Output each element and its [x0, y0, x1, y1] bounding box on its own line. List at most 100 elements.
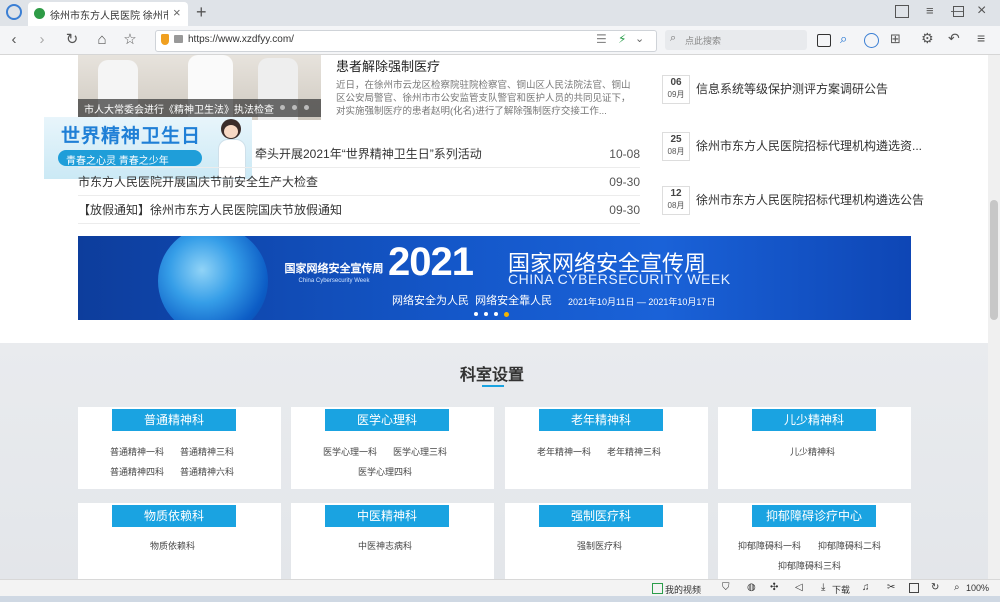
reader-mode-icon[interactable]: ☰: [596, 32, 607, 46]
speaker-icon[interactable]: ◁: [795, 582, 803, 593]
my-videos-label[interactable]: 我的视频: [665, 583, 701, 596]
undo-icon[interactable]: ↶: [948, 30, 960, 47]
reading-list-icon[interactable]: [817, 34, 831, 47]
extensions-grid-icon[interactable]: ⊞: [890, 31, 901, 47]
overflow-menu-icon[interactable]: ≡: [977, 30, 985, 46]
chevron-down-icon[interactable]: ⌄: [635, 32, 644, 45]
scrollbar-thumb[interactable]: [990, 200, 998, 320]
home-icon[interactable]: ⌂: [92, 30, 112, 50]
department-card: 中医精神科 中医神志病科: [291, 503, 494, 579]
notice-item[interactable]: 25 08月 徐州市东方人民医院招标代理机构遴选资...: [662, 126, 922, 166]
banner-dot[interactable]: [504, 312, 509, 317]
notice-item[interactable]: 06 09月 信息系统等级保护测评方案调研公告: [662, 69, 922, 109]
department-button[interactable]: 普通精神科: [112, 409, 236, 431]
reload-icon[interactable]: ↻: [62, 30, 82, 50]
banner-dot[interactable]: [484, 312, 488, 316]
department-card: 物质依赖科 物质依赖科: [78, 503, 281, 579]
news-item[interactable]: 牵头开展2021年“世界精神卫生日”系列活动 10-08: [78, 141, 640, 168]
section-title: 科室设置: [460, 367, 525, 384]
video-icon[interactable]: [652, 583, 663, 594]
tab-title: 徐州市东方人民医院 徐州市精神: [50, 11, 168, 22]
new-tab-icon[interactable]: +: [196, 2, 207, 23]
find-icon[interactable]: ⌕: [840, 31, 847, 47]
department-link[interactable]: 中医神志病科: [358, 539, 412, 552]
browser-logo-icon[interactable]: [6, 4, 22, 20]
slider-dot[interactable]: [280, 105, 285, 110]
news-item[interactable]: 市东方人民医院开展国庆节前安全生产大检查 09-30: [78, 169, 640, 196]
fan-icon[interactable]: ✣: [770, 582, 778, 593]
notice-title[interactable]: 徐州市东方人民医院招标代理机构遴选资...: [696, 137, 922, 154]
back-icon[interactable]: ‹: [4, 30, 24, 50]
window-icon[interactable]: [909, 583, 919, 593]
zoom-icon[interactable]: ⌕: [954, 582, 960, 593]
notice-title[interactable]: 徐州市东方人民医院招标代理机构遴选公告: [696, 191, 924, 208]
search-input[interactable]: ⌕ 点此搜索: [665, 30, 807, 50]
department-link[interactable]: 抑郁障碍科二科: [818, 539, 881, 552]
close-icon[interactable]: ×: [173, 5, 181, 20]
zoom-level[interactable]: 100%: [966, 583, 989, 593]
window-close-icon[interactable]: ×: [977, 2, 986, 20]
cybersecurity-banner[interactable]: 国家网络安全宣传周 China Cybersecurity Week 2021 …: [78, 236, 911, 320]
bookmark-star-icon[interactable]: ☆: [120, 30, 140, 50]
department-button[interactable]: 物质依赖科: [112, 505, 236, 527]
department-link[interactable]: 医学心理三科: [393, 445, 447, 458]
url-input[interactable]: https://www.xzdfyy.com/ ☰ ⚡ ⌄: [155, 30, 657, 52]
banner-dot[interactable]: [474, 312, 478, 316]
tab-active[interactable]: 徐州市东方人民医院 徐州市精神 ×: [28, 2, 188, 26]
tab-bar: 徐州市东方人民医院 徐州市精神 × + ≡ — ×: [0, 0, 1000, 26]
banner-dot[interactable]: [494, 312, 498, 316]
department-button[interactable]: 抑郁障碍诊疗中心: [752, 505, 876, 527]
department-link[interactable]: 儿少精神科: [790, 445, 835, 458]
os-taskbar: [0, 596, 1000, 602]
refresh-status-icon[interactable]: ↻: [931, 582, 939, 593]
notice-date: 06 09月: [662, 75, 690, 104]
department-link[interactable]: 抑郁障碍科一科: [738, 539, 801, 552]
shield-status-icon[interactable]: ⛉: [722, 582, 730, 593]
department-link[interactable]: 普通精神三科: [180, 445, 234, 458]
department-button[interactable]: 老年精神科: [539, 409, 663, 431]
globe-graphic: [158, 236, 268, 320]
slider-dot[interactable]: [292, 105, 297, 110]
forward-icon[interactable]: ›: [32, 30, 52, 50]
slider-dot[interactable]: [304, 105, 309, 110]
department-link[interactable]: 老年精神一科: [537, 445, 591, 458]
department-button[interactable]: 中医精神科: [325, 505, 449, 527]
department-link[interactable]: 普通精神六科: [180, 465, 234, 478]
mute-icon[interactable]: ♫: [862, 582, 870, 593]
maximize-icon[interactable]: [953, 6, 964, 17]
department-link[interactable]: 医学心理四科: [358, 465, 412, 478]
lightning-icon[interactable]: ⚡: [618, 32, 626, 46]
department-button[interactable]: 医学心理科: [325, 409, 449, 431]
menu-icon[interactable]: ≡: [926, 3, 934, 18]
news-title[interactable]: 【放假通知】徐州市东方人民医院国庆节放假通知: [78, 203, 342, 217]
featured-headline[interactable]: 患者解除强制医疗: [336, 56, 440, 75]
download-label[interactable]: 下载: [832, 583, 850, 596]
news-item[interactable]: 【放假通知】徐州市东方人民医院国庆节放假通知 09-30: [78, 197, 640, 224]
department-link[interactable]: 物质依赖科: [150, 539, 195, 552]
banner-slogan: 网络安全为人民 网络安全靠人民: [392, 295, 553, 307]
slider-caption[interactable]: 市人大常委会进行《精神卫生法》执法检查: [84, 101, 274, 116]
more-icon[interactable]: [864, 33, 879, 48]
notice-title[interactable]: 信息系统等级保护测评方案调研公告: [696, 80, 888, 97]
news-title[interactable]: 市东方人民医院开展国庆节前安全生产大检查: [78, 175, 318, 189]
settings-gear-icon[interactable]: ⚙: [921, 30, 934, 47]
address-toolbar: ‹ › ↻ ⌂ ☆ https://www.xzdfyy.com/ ☰ ⚡ ⌄ …: [0, 26, 1000, 55]
department-button[interactable]: 强制医疗科: [539, 505, 663, 527]
department-button[interactable]: 儿少精神科: [752, 409, 876, 431]
department-link[interactable]: 医学心理一科: [323, 445, 377, 458]
department-link[interactable]: 普通精神一科: [110, 445, 164, 458]
department-link[interactable]: 强制医疗科: [577, 539, 622, 552]
screenshot-icon[interactable]: ✂: [887, 582, 895, 593]
globe-status-icon[interactable]: ◍: [747, 582, 756, 593]
department-card: 普通精神科 普通精神一科 普通精神三科 普通精神四科 普通精神六科: [78, 407, 281, 489]
shirt-icon[interactable]: [895, 5, 909, 18]
department-link[interactable]: 抑郁障碍科三科: [778, 559, 841, 572]
slider-caption-bar: 市人大常委会进行《精神卫生法》执法检查: [78, 99, 321, 117]
department-card: 抑郁障碍诊疗中心 抑郁障碍科一科 抑郁障碍科二科 抑郁障碍科三科: [718, 503, 911, 579]
department-link[interactable]: 老年精神三科: [607, 445, 661, 458]
notice-item[interactable]: 12 08月 徐州市东方人民医院招标代理机构遴选公告: [662, 180, 924, 220]
news-title[interactable]: 牵头开展2021年“世界精神卫生日”系列活动: [255, 141, 482, 167]
search-placeholder: 点此搜索: [685, 36, 722, 46]
department-link[interactable]: 普通精神四科: [110, 465, 164, 478]
download-icon[interactable]: ⤓: [821, 582, 825, 593]
